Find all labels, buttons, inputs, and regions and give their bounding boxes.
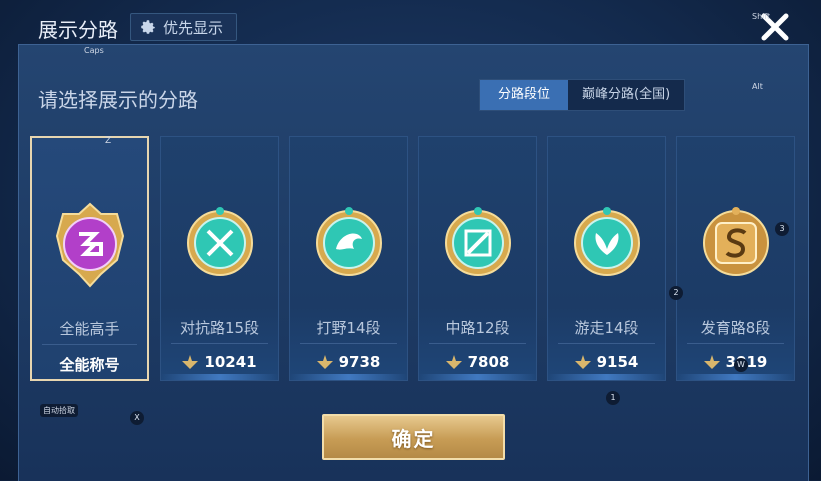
key-hint-alt: Alt [752, 82, 763, 91]
rank-points-icon [182, 355, 199, 369]
card-divider [42, 344, 137, 345]
rank-points-icon [703, 355, 720, 369]
key-hint-x: X [130, 411, 144, 425]
lane-score-text: 10241 [204, 353, 257, 371]
priority-label: 优先显示 [163, 18, 224, 37]
card-divider [171, 343, 268, 344]
lane-score: 全能称号 [32, 354, 147, 375]
lane-name: 发育路8段 [700, 319, 771, 337]
tab-peak-lane[interactable]: 巅峰分路(全国) [568, 80, 684, 110]
confirm-button[interactable]: 确定 [322, 414, 505, 460]
key-hint-1: 1 [606, 391, 620, 405]
key-hint-3: 3 [775, 222, 789, 236]
key-hint-2: 2 [669, 286, 683, 300]
rank-points-icon [445, 355, 462, 369]
card-glow [548, 374, 665, 380]
lane-card-jungle[interactable]: 打野14段 9738 [289, 136, 408, 381]
card-glow [677, 374, 794, 380]
card-glow [419, 374, 536, 380]
lane-name: 中路12段 [445, 319, 510, 337]
mid-lane-emblem-icon [444, 207, 511, 276]
lane-card-all-round[interactable]: 全能高手 全能称号 [30, 136, 149, 381]
key-hint-auto-pickup: 自动拾取 [40, 404, 78, 417]
jungle-emblem-icon [315, 207, 382, 276]
lane-score-text: 9738 [338, 353, 381, 371]
farm-lane-emblem-icon [702, 207, 769, 276]
key-hint-shift: Shift [752, 12, 771, 21]
lane-name: 全能高手 [59, 320, 120, 338]
lane-name: 对抗路15段 [179, 319, 260, 337]
key-hint-z: Z [105, 136, 112, 146]
lane-score: 9738 [290, 353, 407, 371]
lane-score-text: 全能称号 [59, 356, 120, 374]
lane-card-farm[interactable]: 发育路8段 3019 [676, 136, 795, 381]
lane-score: 9154 [548, 353, 665, 371]
card-divider [687, 343, 784, 344]
key-hint-caps: Caps [84, 46, 104, 55]
roam-emblem-icon [573, 207, 640, 276]
lane-score: 10241 [161, 353, 278, 371]
lane-card-roam[interactable]: 游走14段 9154 [547, 136, 666, 381]
lane-score-text: 7808 [467, 353, 510, 371]
section-subtitle: 请选择展示的分路 [38, 88, 198, 112]
card-divider [558, 343, 655, 344]
rank-points-icon [574, 355, 591, 369]
key-hint-w: W [734, 358, 748, 372]
all-round-emblem-icon [55, 202, 124, 288]
lane-name: 打野14段 [316, 319, 381, 337]
lane-tabs: 分路段位 巅峰分路(全国) [479, 79, 686, 111]
card-glow [161, 374, 278, 380]
rank-points-icon [316, 355, 333, 369]
lane-score-text: 9154 [596, 353, 639, 371]
lane-name: 游走14段 [574, 319, 639, 337]
card-glow [290, 374, 407, 380]
lane-score: 7808 [419, 353, 536, 371]
card-divider [429, 343, 526, 344]
card-divider [300, 343, 397, 344]
tab-lane-rank[interactable]: 分路段位 [480, 80, 569, 110]
lane-card-clash[interactable]: 对抗路15段 10241 [160, 136, 279, 381]
lane-card-mid[interactable]: 中路12段 7808 [418, 136, 537, 381]
gear-icon [141, 20, 155, 34]
page-title: 展示分路 [38, 18, 118, 42]
priority-display-button[interactable]: 优先显示 [130, 13, 237, 41]
clash-lane-emblem-icon [186, 207, 253, 276]
